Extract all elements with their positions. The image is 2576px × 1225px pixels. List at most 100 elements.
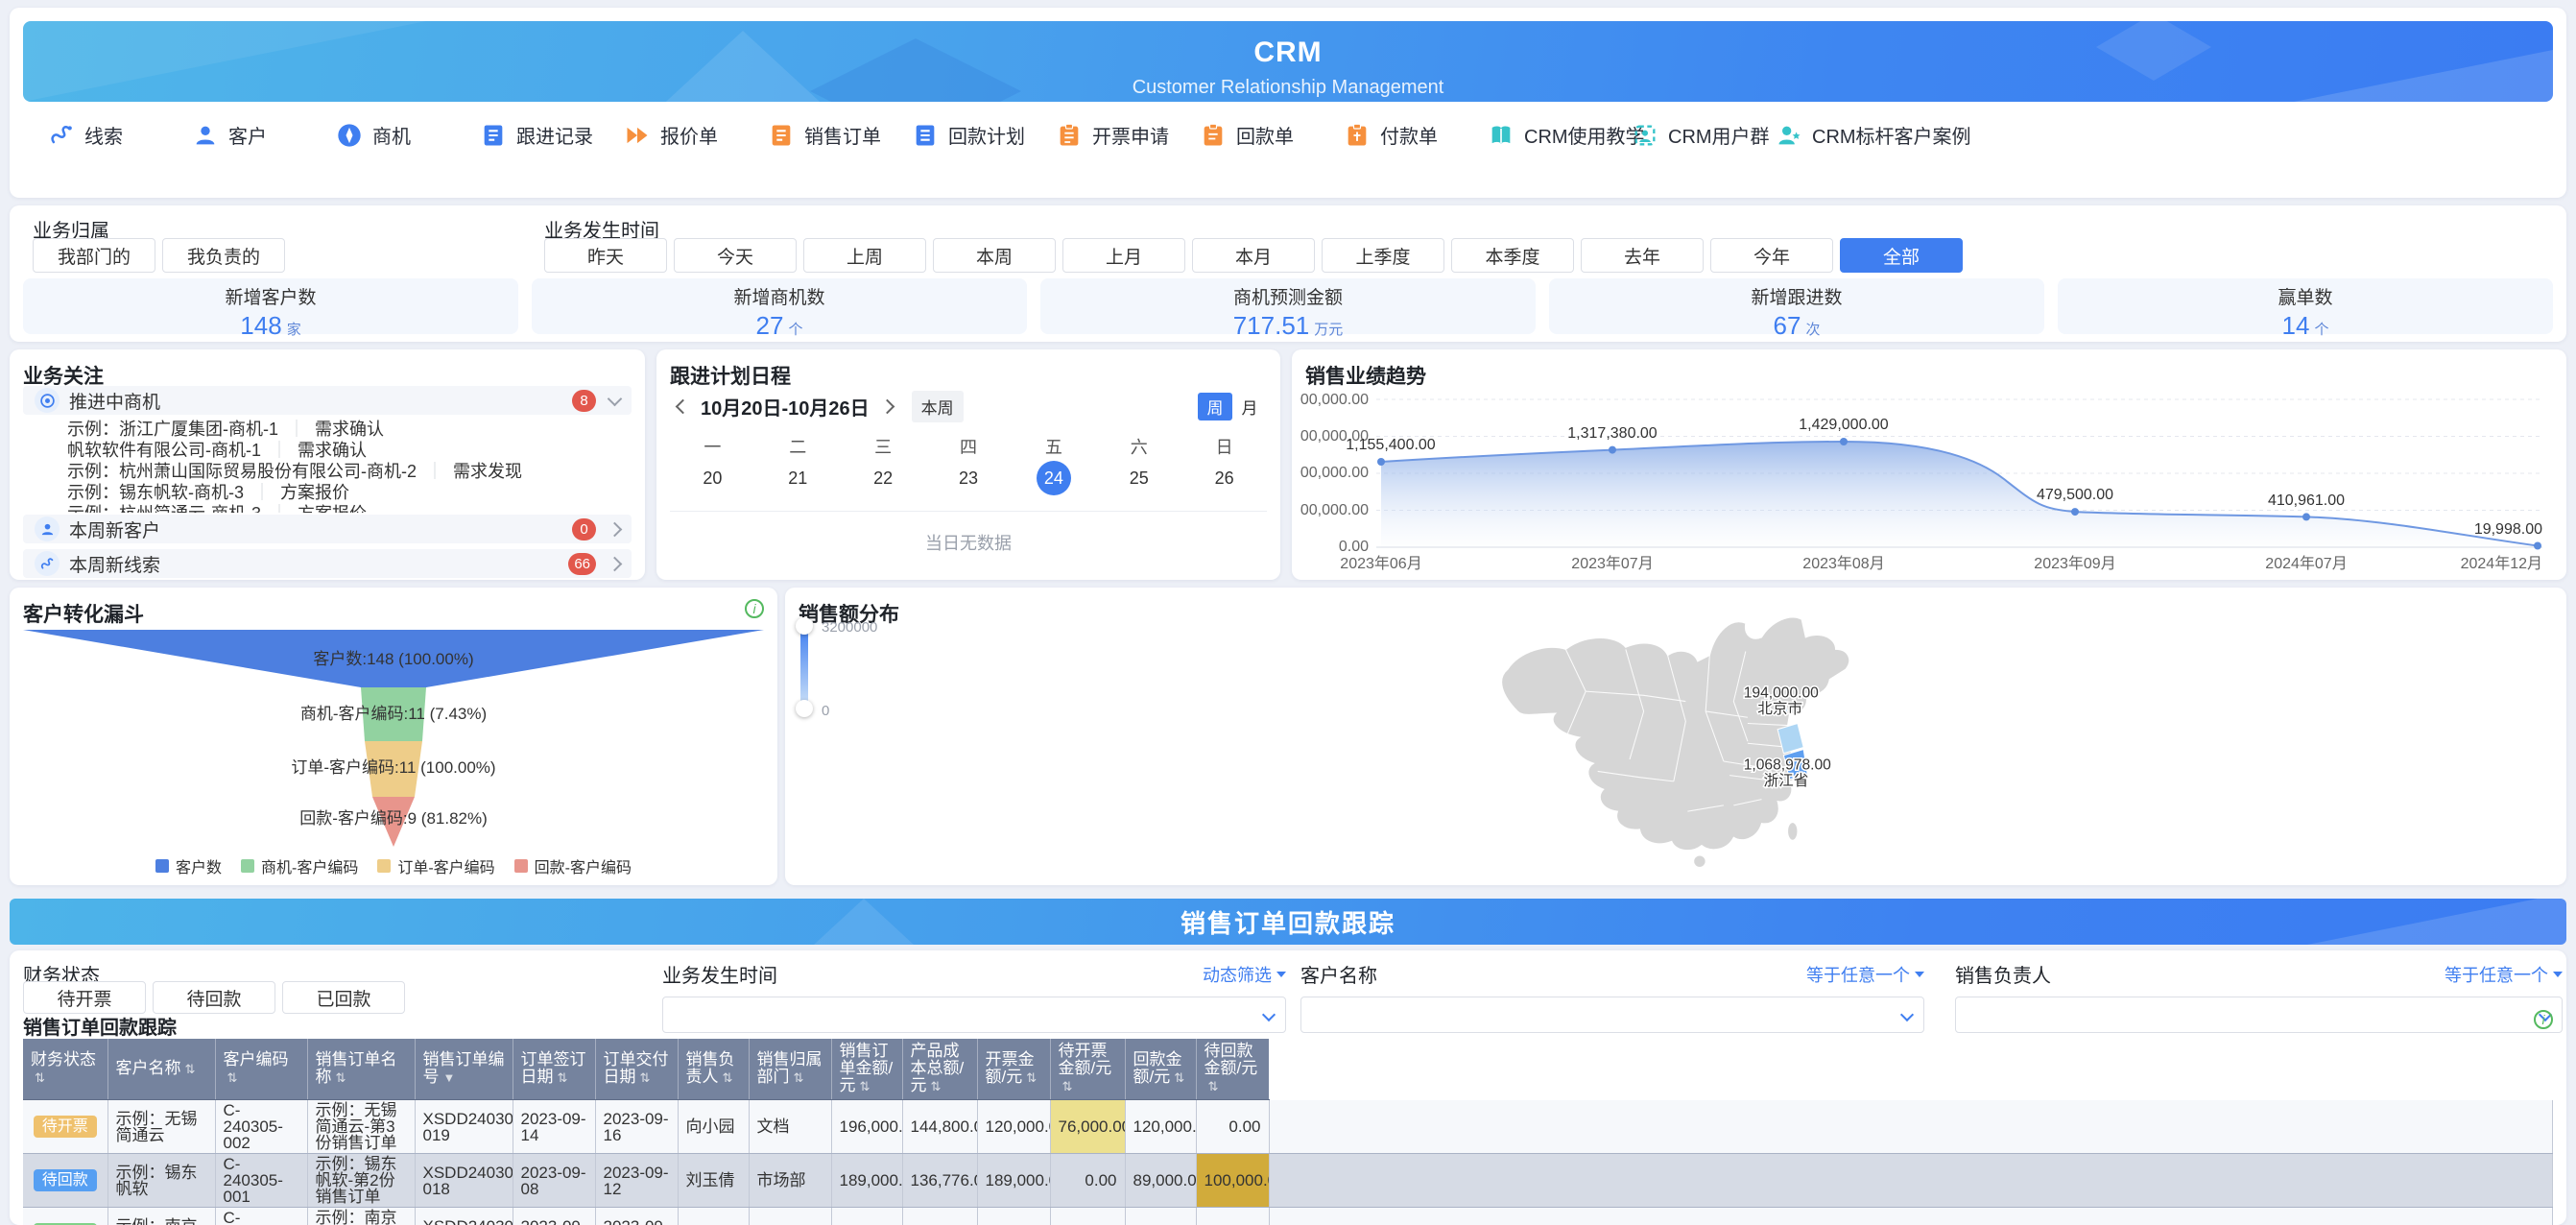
nav-item-quotations[interactable]: 报价单 (624, 121, 768, 149)
column-header[interactable]: 开票金额/元⇅ (977, 1039, 1050, 1100)
opportunity-list-item[interactable]: 帆软软件有限公司-商机-1｜需求确认 (67, 440, 632, 461)
column-header[interactable]: 销售订单编号▼ (415, 1039, 513, 1100)
user-group-icon (1632, 122, 1658, 149)
next-week-button[interactable] (875, 394, 900, 419)
table-row[interactable]: 待回款 示例：锡东帆软 C-240305-001 示例：锡东帆软-第2份销售订单… (23, 1154, 2553, 1208)
opportunity-list-item[interactable]: 示例：浙江广厦集团-商机-1｜需求确认 (67, 419, 632, 440)
toggle-option[interactable]: 月 (1232, 393, 1267, 420)
nav-item-receipts[interactable]: 回款单 (1200, 121, 1344, 149)
kpi-value: 148 (240, 311, 281, 340)
slider-min-handle[interactable] (796, 700, 813, 717)
ownership-option-button[interactable]: 我负责的 (162, 238, 285, 273)
time-option-button[interactable]: 上季度 (1322, 238, 1444, 273)
calendar-date[interactable]: 21 (755, 461, 841, 495)
weekday-label: 四 (926, 434, 1012, 459)
customer-operator-link[interactable]: 等于任意一个 (1806, 962, 1924, 987)
svg-text:194,000.00: 194,000.00 (1744, 685, 1819, 701)
toggle-option[interactable]: 周 (1198, 393, 1232, 420)
table-row[interactable]: 已回款 示例：南京华五机械 C-220614-004 示例：南京华五机械-第3份… (23, 1208, 2553, 1225)
opportunity-name: 帆软软件有限公司-商机-1 (67, 441, 261, 460)
time-option-button[interactable]: 今天 (674, 238, 797, 273)
nav-item-opportunities[interactable]: 商机 (336, 121, 480, 149)
sales-owner-select[interactable] (1955, 997, 2563, 1033)
column-header[interactable]: 销售订单名称⇅ (307, 1039, 415, 1100)
dynamic-filter-link[interactable]: 动态筛选 (1203, 962, 1286, 987)
column-header[interactable]: 订单交付日期⇅ (595, 1039, 678, 1100)
nav-item-followup-records[interactable]: 跟进记录 (480, 121, 624, 149)
nav-item-crm-user-group[interactable]: CRM用户群 (1632, 121, 1776, 149)
time-option-button[interactable]: 全部 (1840, 238, 1963, 273)
prev-week-button[interactable] (670, 394, 695, 419)
nav-item-customers[interactable]: 客户 (192, 121, 336, 149)
kpi-new-followups: 新增跟进数 67次 (1549, 278, 2044, 334)
finance-status-button[interactable]: 已回款 (282, 981, 405, 1014)
order-time-select[interactable] (662, 997, 1286, 1033)
column-header[interactable]: 销售订单金额/元⇅ (831, 1039, 902, 1100)
info-icon[interactable]: i (2534, 1010, 2553, 1029)
slider-max-handle[interactable] (796, 617, 813, 635)
opportunity-list-item[interactable]: 示例：锡东帆软-商机-3｜方案报价 (67, 482, 632, 503)
column-header[interactable]: 产品成本总额/元⇅ (902, 1039, 977, 1100)
time-option-button[interactable]: 本周 (933, 238, 1056, 273)
nav-item-crm-cases[interactable]: CRM标杆客户案例 (1776, 121, 1920, 149)
nav-item-invoice-requests[interactable]: 开票申请 (1056, 121, 1200, 149)
cell-filler (1269, 1208, 2553, 1225)
calendar-date[interactable]: 26 (1181, 461, 1267, 495)
svg-text:2023年09月: 2023年09月 (2034, 555, 2115, 572)
ownership-option-button[interactable]: 我部门的 (33, 238, 155, 273)
focus-group-new-customers[interactable]: 本周新客户 0 (23, 515, 632, 543)
calendar-date[interactable]: 22 (841, 461, 926, 495)
china-sales-map[interactable]: 194,000.00 北京市 1,068,978.00 浙江省 (1447, 591, 1908, 881)
calendar-date[interactable]: 20 (670, 461, 755, 495)
sort-icon: ⇅ (35, 1070, 45, 1085)
sales-trend-panel: 销售业绩趋势 0.00 500,000.00 1,000,000.00 1,50… (1292, 349, 2566, 580)
column-header[interactable]: 回款金额/元⇅ (1125, 1039, 1196, 1100)
time-option-button[interactable]: 昨天 (544, 238, 667, 273)
focus-group-new-leads[interactable]: 本周新线索 66 (23, 549, 632, 578)
nav-item-crm-tutorial[interactable]: CRM使用教学 (1488, 121, 1632, 149)
sales-trend-chart: 0.00 500,000.00 1,000,000.00 1,500,000.0… (1300, 386, 2559, 576)
opportunity-list-item[interactable]: 示例：杭州简通云-商机-3｜方案报价 (67, 503, 632, 513)
cell-customer-code: C-240305-001 (215, 1154, 307, 1208)
cell-deliver-date: 2023-09-12 (595, 1154, 678, 1208)
nav-item-leads[interactable]: 线索 (48, 121, 192, 149)
table-row[interactable]: 待开票 示例：无锡简通云 C-240305-002 示例：无锡简通云-第3份销售… (23, 1100, 2553, 1154)
opportunity-list-item[interactable]: 示例：杭州萧山国际贸易股份有限公司-商机-2｜需求发现 (67, 461, 632, 482)
owner-operator-link[interactable]: 等于任意一个 (2445, 962, 2563, 987)
opportunity-name: 示例：浙江广厦集团-商机-1 (67, 420, 278, 439)
cell-sign-date: 2023-09-06 (513, 1208, 595, 1225)
finance-status-button[interactable]: 待开票 (23, 981, 146, 1014)
nav-item-payment-plans[interactable]: 回款计划 (912, 121, 1056, 149)
time-option-button[interactable]: 上月 (1062, 238, 1185, 273)
opportunity-stage: 方案报价 (298, 504, 367, 513)
column-header[interactable]: 财务状态⇅ (23, 1039, 107, 1100)
cell-product-cost: 68,388.00 (902, 1208, 977, 1225)
customer-name-select[interactable] (1300, 997, 1924, 1033)
calendar-date[interactable]: 23 (926, 461, 1012, 495)
time-option-button[interactable]: 今年 (1710, 238, 1833, 273)
column-header[interactable]: 销售归属部门⇅ (749, 1039, 831, 1100)
separator: ｜ (426, 462, 443, 481)
svg-text:2023年06月: 2023年06月 (1340, 555, 1421, 572)
column-header[interactable]: 客户编码⇅ (215, 1039, 307, 1100)
column-header[interactable]: 销售负责人⇅ (678, 1039, 749, 1100)
column-header[interactable]: 待回款金额/元⇅ (1196, 1039, 1269, 1100)
cell-customer: 示例：南京华五机械 (107, 1208, 215, 1225)
time-option-button[interactable]: 本月 (1192, 238, 1315, 273)
calendar-date[interactable]: 25 (1096, 461, 1181, 495)
time-option-button[interactable]: 上周 (803, 238, 926, 273)
time-option-button[interactable]: 去年 (1581, 238, 1704, 273)
focus-group-opportunities[interactable]: 推进中商机 8 (23, 386, 632, 415)
nav-item-sales-orders[interactable]: 销售订单 (768, 121, 912, 149)
quick-nav: 线索 客户 商机 跟进记录 报价单 销售订单 (48, 121, 1920, 149)
nav-item-payments[interactable]: 付款单 (1344, 121, 1488, 149)
finance-status-button[interactable]: 待回款 (153, 981, 275, 1014)
column-header[interactable]: 客户名称⇅ (107, 1039, 215, 1100)
svg-text:410,961.00: 410,961.00 (2268, 492, 2345, 509)
followup-schedule-panel: 跟进计划日程 10月20日-10月26日 本周 周月 一二三四五六日 20212… (656, 349, 1280, 580)
column-header[interactable]: 待开票金额/元⇅ (1050, 1039, 1125, 1100)
calendar-date[interactable]: 24 (1011, 461, 1096, 495)
time-option-button[interactable]: 本季度 (1451, 238, 1574, 273)
info-icon[interactable]: i (745, 599, 764, 618)
column-header[interactable]: 订单签订日期⇅ (513, 1039, 595, 1100)
